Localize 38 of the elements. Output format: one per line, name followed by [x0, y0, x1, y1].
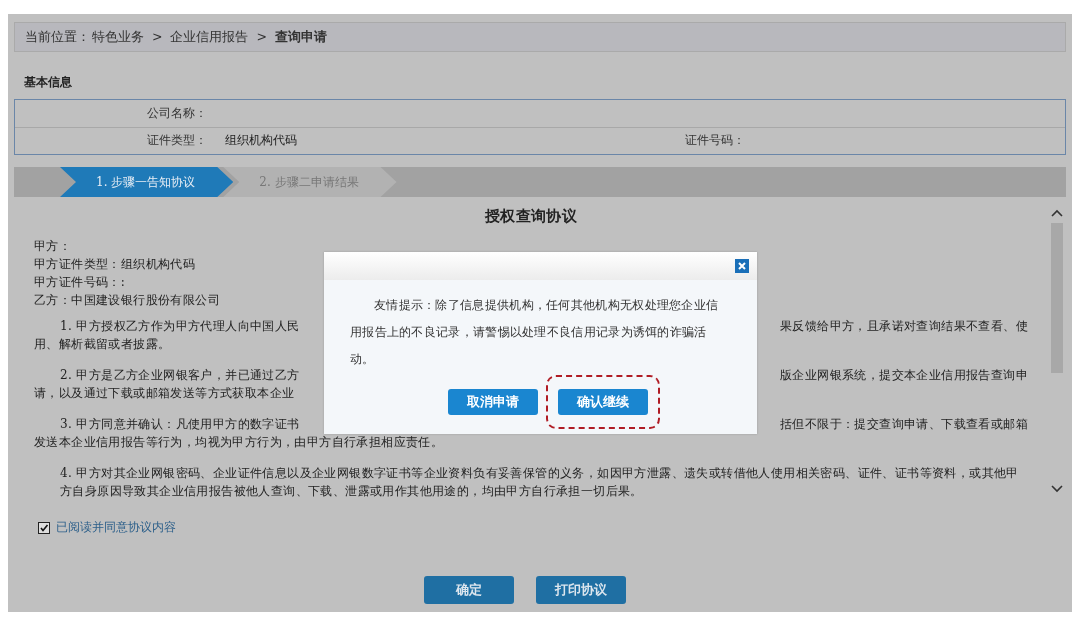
agreement-text: 版企业网银系统，提交本企业信用报告查询申: [780, 367, 1028, 384]
party-line: 甲方：: [34, 238, 72, 255]
breadcrumb-label: 当前位置：: [25, 29, 90, 46]
party-line: 乙方：中国建设银行股份有限公司: [34, 292, 220, 309]
agreement-paragraph: 4. 甲方对其企业网银密码、企业证件信息以及企业网银数字证书等企业资料负有妥善保管的义务，如因甲方泄露、遗失或转借他人使用相关密码、证件、证书等资料，或其他甲方自身原因导致其企业信用报告被他人查询、下载、泄露或用作其他用途的，均由甲方自行承担一切后果。: [59, 465, 1020, 500]
agreement-text: 果反馈给甲方，且承诺对查询结果不查看、使: [780, 318, 1028, 335]
breadcrumb-separator: >: [152, 29, 163, 44]
field-label: 证件号码：: [684, 132, 745, 150]
dialog-message: 友情提示：除了信息提供机构，任何其他机构无权处理您企业信用报告上的不良记录，请警惕以处理不良信用记录为诱饵的诈骗活动。: [350, 297, 720, 368]
section-title: 基本信息: [23, 74, 73, 91]
action-button[interactable]: 打印协议: [536, 576, 626, 604]
close-icon[interactable]: [735, 259, 749, 273]
dialog-button[interactable]: 确认继续: [557, 389, 648, 415]
agreement-text: 括但不限于：提交查询申请、下载查看或邮箱: [780, 416, 1028, 433]
breadcrumb-item: 查询申请: [274, 29, 327, 46]
field-label: 公司名称：: [146, 104, 207, 122]
breadcrumb-item[interactable]: 企业信用报告: [170, 29, 249, 46]
step-tab[interactable]: 1. 步骤一告知协议: [60, 167, 234, 197]
action-button[interactable]: 确定: [424, 576, 514, 604]
agreement-title: 授权查询协议: [483, 207, 579, 225]
agreement-text: 请，以及通过下载或邮箱发送等方式获取本企业: [34, 385, 295, 402]
party-line: 甲方证件类型：组织机构代码: [34, 256, 196, 273]
scroll-down-icon[interactable]: [1051, 485, 1063, 493]
agreement-text: 3. 甲方同意并确认：凡使用甲方的数字证书: [59, 416, 300, 433]
dialog-button[interactable]: 取消申请: [447, 389, 538, 415]
breadcrumb-item[interactable]: 特色业务: [92, 29, 144, 46]
agreement-text: 1. 甲方授权乙方作为甲方代理人向中国人民: [59, 318, 300, 335]
scroll-up-icon[interactable]: [1051, 209, 1063, 217]
scrollbar-thumb[interactable]: [1051, 223, 1063, 373]
agree-label[interactable]: 已阅读并同意协议内容: [56, 519, 176, 536]
field-label: 证件类型：: [146, 132, 207, 150]
field-value: 组织机构代码: [225, 132, 298, 150]
party-line: 甲方证件号码：:: [34, 274, 126, 291]
agreement-text: 2. 甲方是乙方企业网银客户，并已通过乙方: [59, 367, 300, 384]
agreement-text: 用、解析截留或者披露。: [34, 336, 171, 353]
checkbox[interactable]: [38, 521, 50, 534]
breadcrumb-separator: >: [256, 29, 267, 44]
agreement-text: 发送本企业信用报告等行为，均视为甲方行为，由甲方自行承担相应责任。: [34, 434, 444, 451]
